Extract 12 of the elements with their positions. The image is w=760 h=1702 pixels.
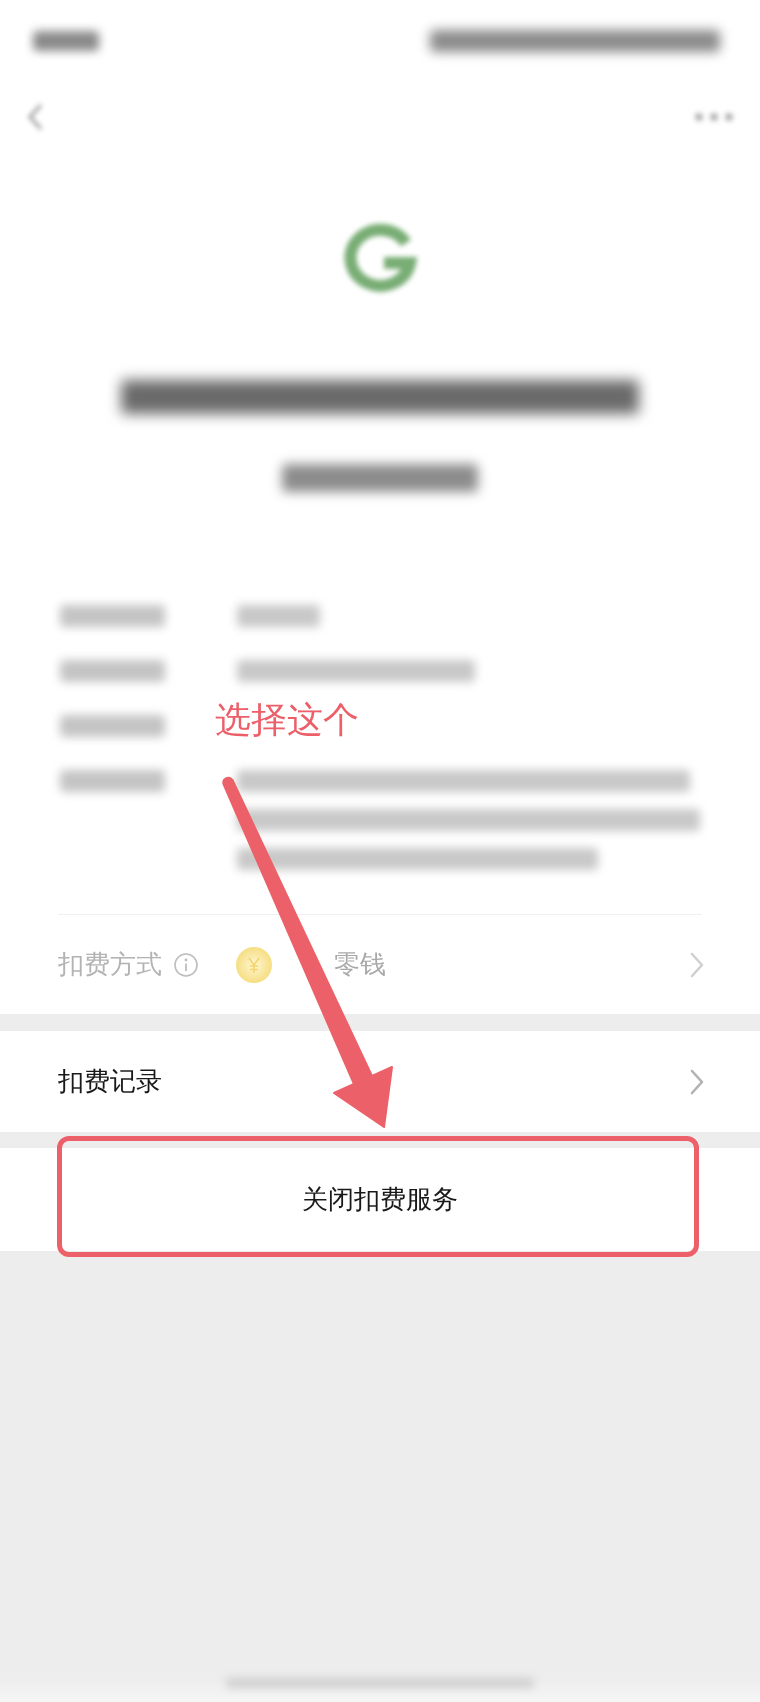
coin-icon bbox=[236, 946, 272, 983]
info-icon[interactable] bbox=[174, 952, 198, 977]
more-icon[interactable] bbox=[694, 112, 734, 122]
annotation-text: 选择这个 bbox=[215, 698, 359, 742]
payment-method-value: 零钱 bbox=[334, 948, 386, 981]
close-service-button[interactable]: 关闭扣费服务 bbox=[0, 1148, 760, 1251]
chevron-icon bbox=[690, 1068, 704, 1095]
blurred-time bbox=[33, 31, 99, 51]
menu-row[interactable]: 扣费记录 bbox=[0, 1031, 760, 1132]
payment-method-label: 扣费方式 bbox=[58, 948, 162, 981]
back-icon[interactable] bbox=[26, 102, 44, 132]
chevron-icon bbox=[690, 951, 704, 978]
